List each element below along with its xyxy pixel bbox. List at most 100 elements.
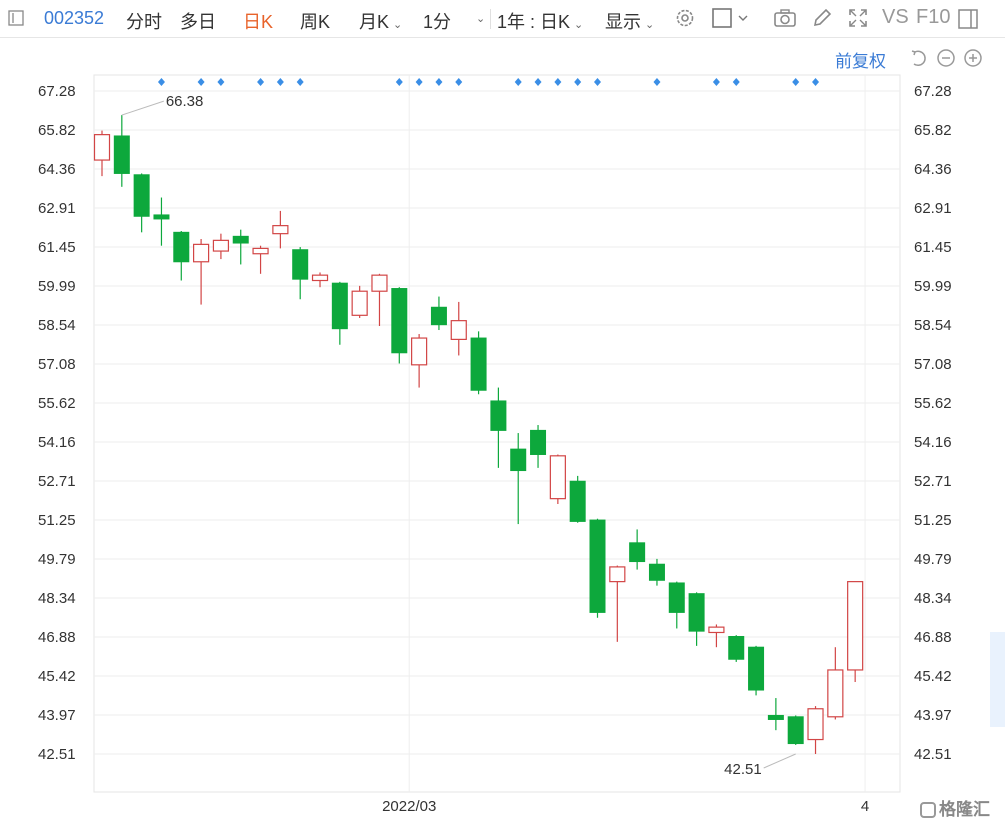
y-tick-label-left: 59.99 bbox=[38, 278, 76, 295]
event-marker bbox=[395, 78, 403, 86]
y-tick-label-left: 64.36 bbox=[38, 161, 76, 178]
y-tick-label-right: 57.08 bbox=[914, 356, 952, 373]
y-tick-label-right: 61.45 bbox=[914, 239, 952, 256]
event-marker bbox=[574, 78, 582, 86]
event-marker bbox=[435, 78, 443, 86]
x-tick-label: 2022/03 bbox=[382, 798, 436, 815]
event-marker bbox=[296, 78, 304, 86]
y-tick-label-left: 46.88 bbox=[38, 629, 76, 646]
y-tick-label-right: 52.71 bbox=[914, 473, 952, 490]
candle-body-down bbox=[470, 337, 487, 391]
candle-body-down bbox=[668, 582, 685, 613]
chart-grid bbox=[93, 74, 901, 793]
y-tick-label-right: 55.62 bbox=[914, 395, 952, 412]
y-tick-label-left: 48.34 bbox=[38, 590, 76, 607]
candle-body-up bbox=[212, 239, 230, 252]
y-tick-label-left: 45.42 bbox=[38, 668, 76, 685]
event-marker bbox=[157, 78, 165, 86]
event-marker bbox=[712, 78, 720, 86]
candle-body-up bbox=[371, 274, 388, 292]
event-marker bbox=[534, 78, 542, 86]
candle-body-down bbox=[589, 519, 606, 613]
candle-body-down bbox=[748, 646, 765, 691]
event-marker bbox=[732, 78, 740, 86]
y-tick-label-left: 61.45 bbox=[38, 239, 76, 256]
event-marker bbox=[415, 78, 423, 86]
candle-body-up bbox=[708, 626, 725, 634]
y-tick-label-left: 42.51 bbox=[38, 746, 76, 763]
candle-body-up bbox=[252, 247, 269, 255]
y-tick-label-left: 67.28 bbox=[38, 83, 76, 100]
candle-body-up bbox=[807, 708, 824, 741]
candle-body-down bbox=[430, 306, 447, 326]
right-edge-highlight bbox=[990, 632, 1005, 727]
event-marker bbox=[197, 78, 205, 86]
y-tick-label-right: 43.97 bbox=[914, 707, 952, 724]
watermark-logo: 格隆汇 bbox=[920, 795, 990, 820]
candle-body-down bbox=[767, 714, 784, 720]
candle-body-down bbox=[648, 563, 665, 581]
max-price-label: 66.38 bbox=[166, 93, 204, 110]
candle-body-down bbox=[173, 231, 190, 263]
y-tick-label-left: 52.71 bbox=[38, 473, 76, 490]
y-tick-label-left: 58.54 bbox=[38, 317, 76, 334]
y-tick-label-left: 54.16 bbox=[38, 434, 76, 451]
candle-body-up bbox=[351, 290, 368, 316]
y-tick-label-left: 43.97 bbox=[38, 707, 76, 724]
candle-body-up bbox=[609, 566, 626, 583]
event-marker bbox=[594, 78, 601, 86]
axis-labels: 67.28 67.28 65.82 65.82 64.36 64.36 62.91 62.91… bbox=[38, 83, 952, 815]
event-markers bbox=[157, 78, 820, 86]
event-marker bbox=[812, 78, 820, 86]
candle-body-down bbox=[113, 135, 130, 174]
event-marker bbox=[792, 78, 800, 86]
x-tick-label: 4 bbox=[861, 798, 869, 815]
event-marker bbox=[514, 78, 522, 86]
candle-body-down bbox=[530, 429, 547, 455]
y-tick-label-right: 65.82 bbox=[914, 122, 952, 139]
candle-body-down bbox=[510, 448, 527, 472]
logo-icon bbox=[920, 802, 936, 818]
y-tick-label-left: 51.25 bbox=[38, 512, 76, 529]
event-marker bbox=[554, 78, 562, 86]
y-tick-label-left: 62.91 bbox=[38, 200, 76, 217]
min-price-leader bbox=[763, 753, 796, 769]
y-tick-label-left: 65.82 bbox=[38, 122, 76, 139]
candle-body-down bbox=[688, 593, 705, 632]
event-marker bbox=[217, 78, 225, 86]
y-tick-label-right: 45.42 bbox=[914, 668, 952, 685]
candle-body-up bbox=[549, 455, 566, 500]
event-marker bbox=[653, 78, 661, 86]
y-tick-label-left: 49.79 bbox=[38, 551, 76, 568]
y-tick-label-right: 58.54 bbox=[914, 317, 952, 334]
candle-body-up bbox=[311, 274, 329, 282]
y-tick-label-right: 49.79 bbox=[914, 551, 952, 568]
candle-body-up bbox=[450, 320, 467, 340]
candle-body-down bbox=[391, 288, 408, 354]
candle-body-down bbox=[153, 214, 170, 220]
y-tick-label-right: 48.34 bbox=[914, 590, 952, 607]
candle-body-up bbox=[272, 225, 289, 235]
candle-body-up bbox=[93, 134, 111, 161]
candle-body-down bbox=[232, 235, 249, 244]
candle-body-down bbox=[331, 282, 348, 330]
candlestick-chart[interactable]: 67.28 67.28 65.82 65.82 64.36 64.36 62.91 62.91… bbox=[0, 0, 1005, 826]
candle-body-down bbox=[569, 480, 586, 522]
y-tick-label-right: 59.99 bbox=[914, 278, 952, 295]
y-tick-label-right: 67.28 bbox=[914, 83, 952, 100]
candle-body-down bbox=[787, 716, 804, 745]
y-tick-label-right: 51.25 bbox=[914, 512, 952, 529]
event-marker bbox=[257, 78, 265, 86]
y-tick-label-right: 54.16 bbox=[914, 434, 952, 451]
event-marker bbox=[455, 78, 463, 86]
candle-body-up bbox=[193, 243, 210, 263]
y-tick-label-right: 42.51 bbox=[914, 746, 952, 763]
y-tick-label-right: 64.36 bbox=[914, 161, 952, 178]
candle-body-down bbox=[292, 249, 309, 280]
candle-body-up bbox=[827, 669, 844, 718]
max-price-leader bbox=[121, 100, 164, 116]
y-tick-label-left: 55.62 bbox=[38, 395, 76, 412]
candle-body-up bbox=[411, 337, 428, 366]
candle-body-down bbox=[728, 635, 745, 660]
candles bbox=[93, 115, 864, 754]
